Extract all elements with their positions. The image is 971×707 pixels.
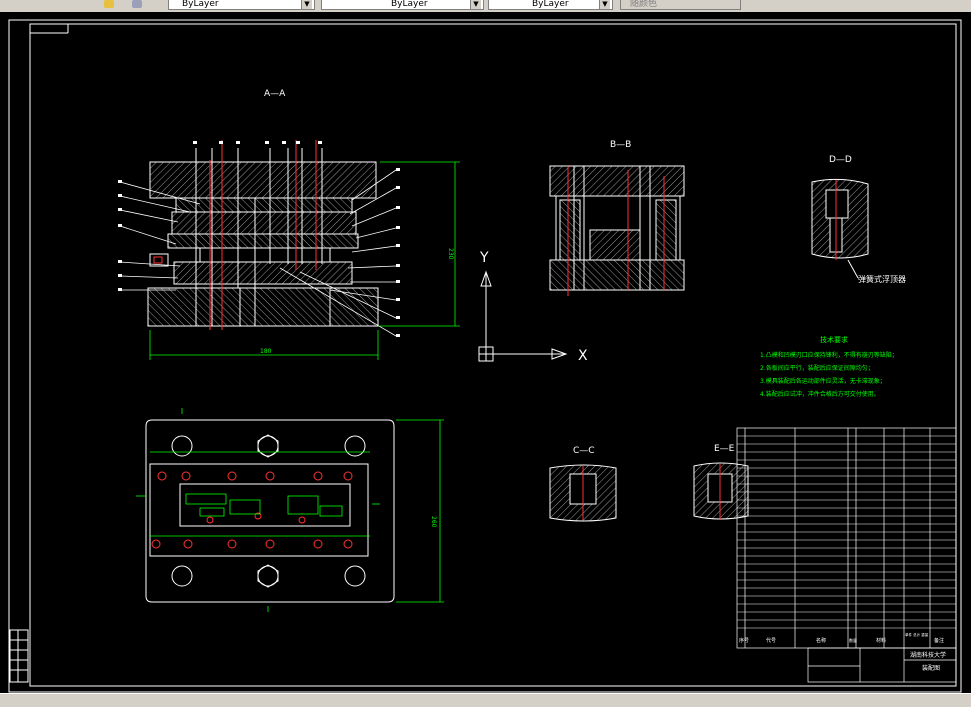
view-label-cc: C—C xyxy=(573,446,595,456)
layer-combo-dropdown[interactable]: ▼ xyxy=(301,0,312,9)
linetype-combo-dropdown[interactable]: ▼ xyxy=(470,0,481,9)
detail-view-dd: 弹簧式浮顶器 xyxy=(811,178,906,284)
title-col-index: 序号 xyxy=(739,637,749,644)
ucs-y-label: Y xyxy=(479,250,489,266)
tech-item-3: 3.模具装配后各运动部件应灵活，无卡滞现象； xyxy=(760,377,886,385)
detail-view-ee xyxy=(693,462,749,520)
title-col-qty: 数量 xyxy=(849,637,857,643)
title-school: 湖南科技大学 xyxy=(910,651,946,659)
dim-width-aa: 180 xyxy=(260,348,272,355)
title-col-code: 代号 xyxy=(766,637,776,644)
plotstyle-combo-value: 随颜色 xyxy=(630,0,658,9)
view-label-dd: D—D xyxy=(829,155,852,165)
lineweight-combo[interactable]: ByLayer xyxy=(488,0,613,10)
dim-height-aa: 230 xyxy=(447,248,454,260)
tech-item-4: 4.装配后应试冲，冲件合格后方可交付使用。 xyxy=(760,390,880,398)
title-col-weight: 单件 总计 重量 xyxy=(905,632,929,637)
plotstyle-combo[interactable]: 随颜色 xyxy=(620,0,741,10)
dim-plate-height: 260 xyxy=(430,516,437,528)
ucs-x-label: X xyxy=(578,348,588,364)
lineweight-combo-value: ByLayer xyxy=(532,0,569,9)
tech-requirements: 技术要求 1.凸模和凹模刃口应保持锋利，不得有崩刃等缺陷； 2.各板间应平行，装… xyxy=(760,335,898,398)
layer-combo-value: ByLayer xyxy=(182,0,219,9)
drawing-canvas[interactable]: A—A 230 180 B—B D—D 弹簧式浮顶器 Y X 260 C—C E… xyxy=(0,12,971,706)
layer-combo[interactable]: ByLayer xyxy=(168,0,315,10)
ejector-note: 弹簧式浮顶器 xyxy=(858,274,906,284)
plan-view: 260 xyxy=(136,408,444,612)
tech-item-2: 2.各板间应平行，装配后应保证间隙均匀； xyxy=(760,364,874,372)
section-view-aa: 230 180 xyxy=(118,140,460,360)
title-drawing-name: 装配图 xyxy=(922,664,940,672)
layer-previous-icon[interactable] xyxy=(132,0,142,8)
view-label-aa: A—A xyxy=(264,89,286,99)
detail-view-cc xyxy=(549,464,617,522)
tech-item-1: 1.凸模和凹模刃口应保持锋利，不得有崩刃等缺陷； xyxy=(760,351,898,359)
status-bar xyxy=(0,693,971,707)
section-view-bb xyxy=(549,165,685,296)
view-label-bb: B—B xyxy=(610,140,631,150)
linetype-combo-value: ByLayer xyxy=(391,0,428,9)
title-col-remark: 备注 xyxy=(934,637,944,644)
lineweight-combo-dropdown[interactable]: ▼ xyxy=(599,0,610,9)
linetype-combo[interactable]: ByLayer xyxy=(321,0,484,10)
left-stamp-block xyxy=(9,629,29,683)
view-label-ee: E—E xyxy=(714,444,735,454)
tech-title: 技术要求 xyxy=(820,335,848,344)
layer-state-icon[interactable] xyxy=(104,0,114,8)
cad-drawing: A—A 230 180 B—B D—D 弹簧式浮顶器 Y X 260 C—C E… xyxy=(8,19,962,693)
title-col-name: 名称 xyxy=(816,637,826,644)
parts-list-rows xyxy=(737,435,956,629)
title-col-material: 材料 xyxy=(876,637,886,644)
